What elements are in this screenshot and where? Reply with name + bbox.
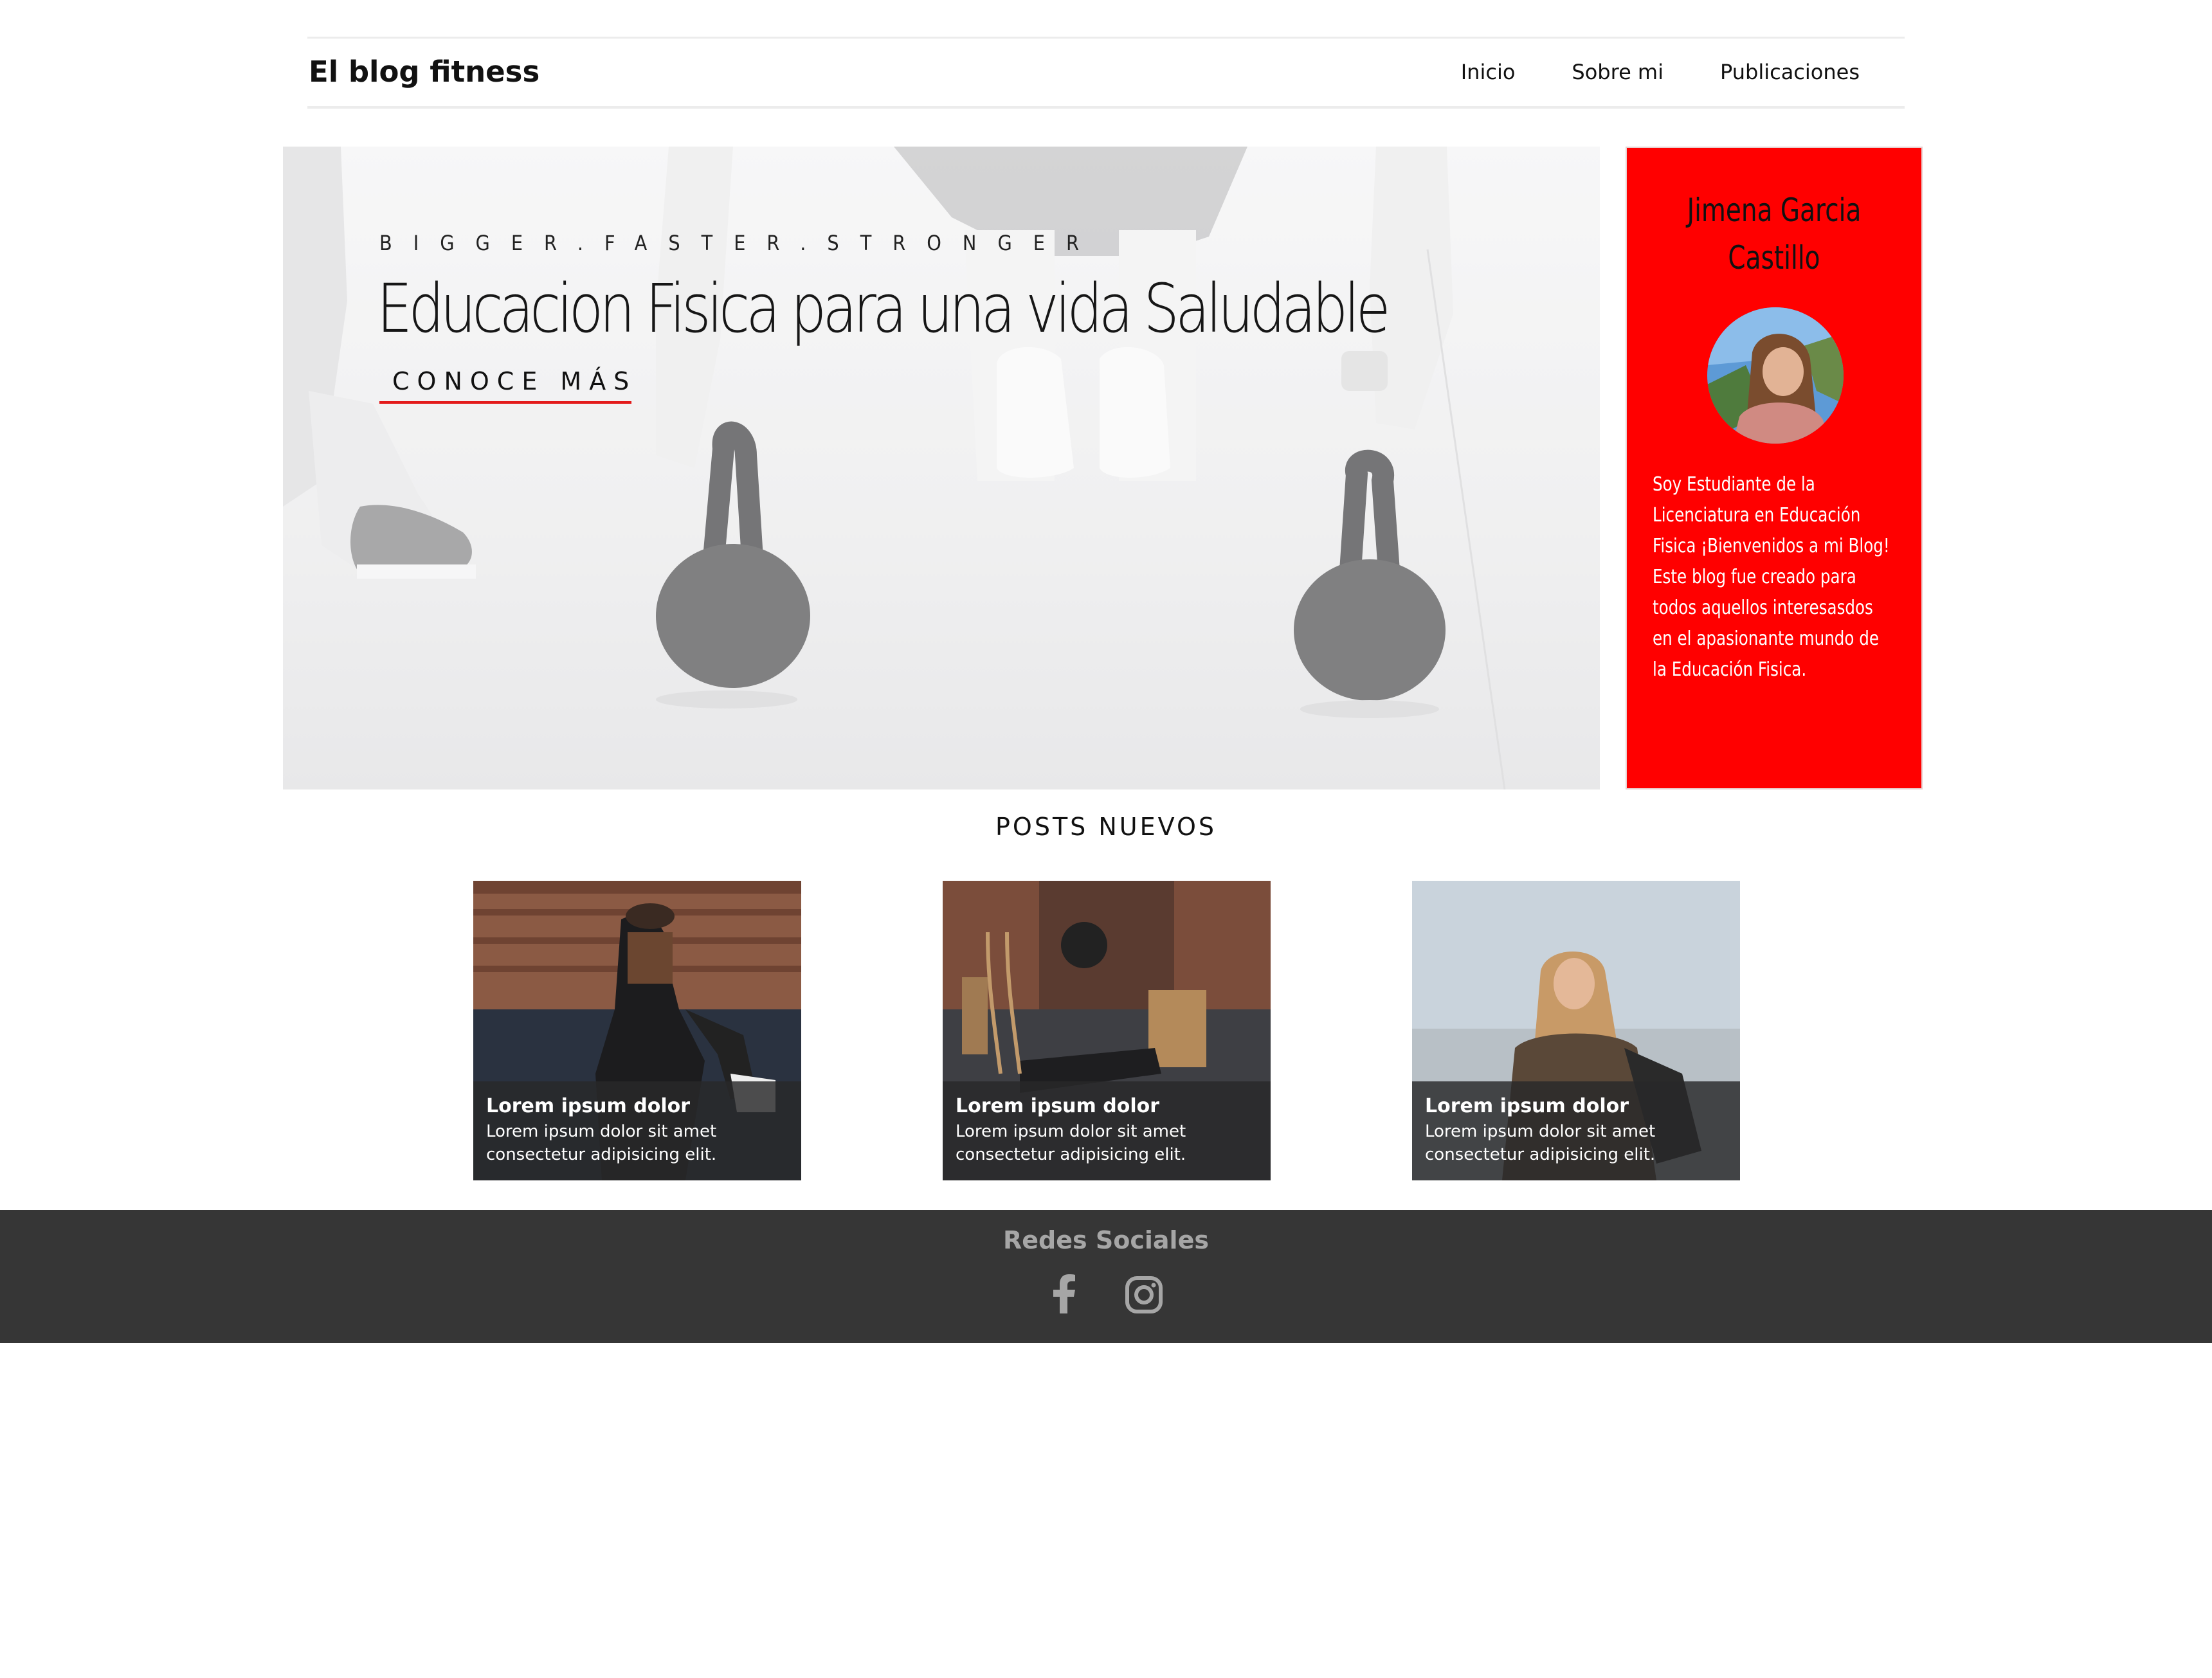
post-title: Lorem ipsum dolor — [1425, 1095, 1629, 1117]
conoce-mas-button[interactable]: CONOCE MÁS — [379, 365, 631, 404]
author-name: Jimena Garcia Castillo — [1659, 186, 1889, 282]
site-brand[interactable]: El blog fitness — [309, 55, 539, 89]
post-card[interactable]: Lorem ipsum dolor Lorem ipsum dolor sit … — [943, 881, 1271, 1180]
author-name-line-2: Castillo — [1728, 239, 1820, 276]
hero-title: Educacion Fisica para una vida Saludable — [377, 269, 1390, 348]
post-title: Lorem ipsum dolor — [486, 1095, 691, 1117]
author-profile-card: Jimena Garcia Castillo Soy Estudiante de… — [1626, 147, 1923, 789]
facebook-icon[interactable] — [1042, 1272, 1087, 1317]
author-avatar — [1707, 307, 1844, 444]
nav-link-inicio[interactable]: Inicio — [1461, 59, 1516, 85]
post-excerpt: Lorem ipsum dolor sit amet consectetur a… — [486, 1122, 717, 1164]
post-card[interactable]: Lorem ipsum dolor Lorem ipsum dolor sit … — [473, 881, 801, 1180]
hero-kicker: BIGGER.FASTER.STRONGER — [379, 231, 1100, 255]
author-bio: Soy Estudiante de la Licenciatura en Edu… — [1653, 473, 1890, 681]
footer-title: Redes Sociales — [1003, 1226, 1209, 1254]
main-nav: Inicio Sobre mi Publicaciones — [1461, 59, 1860, 85]
conoce-mas-label: CONOCE MÁS — [392, 367, 637, 395]
post-caption: Lorem ipsum dolor Lorem ipsum dolor sit … — [1412, 1081, 1740, 1180]
nav-link-publicaciones[interactable]: Publicaciones — [1720, 59, 1860, 85]
posts-section-title: POSTS NUEVOS — [995, 813, 1217, 841]
author-name-line-1: Jimena Garcia — [1687, 192, 1862, 229]
instagram-icon[interactable] — [1121, 1272, 1166, 1317]
site-footer: Redes Sociales — [0, 1210, 2212, 1343]
post-excerpt: Lorem ipsum dolor sit amet consectetur a… — [956, 1122, 1186, 1164]
post-excerpt: Lorem ipsum dolor sit amet consectetur a… — [1425, 1122, 1656, 1164]
site-header: El blog fitness Inicio Sobre mi Publicac… — [307, 37, 1905, 109]
hero-banner: BIGGER.FASTER.STRONGER Educacion Fisica … — [283, 147, 1600, 789]
post-caption: Lorem ipsum dolor Lorem ipsum dolor sit … — [943, 1081, 1271, 1180]
post-title: Lorem ipsum dolor — [956, 1095, 1160, 1117]
post-caption: Lorem ipsum dolor Lorem ipsum dolor sit … — [473, 1081, 801, 1180]
nav-link-sobre-mi[interactable]: Sobre mi — [1572, 59, 1664, 85]
post-card[interactable]: Lorem ipsum dolor Lorem ipsum dolor sit … — [1412, 881, 1740, 1180]
